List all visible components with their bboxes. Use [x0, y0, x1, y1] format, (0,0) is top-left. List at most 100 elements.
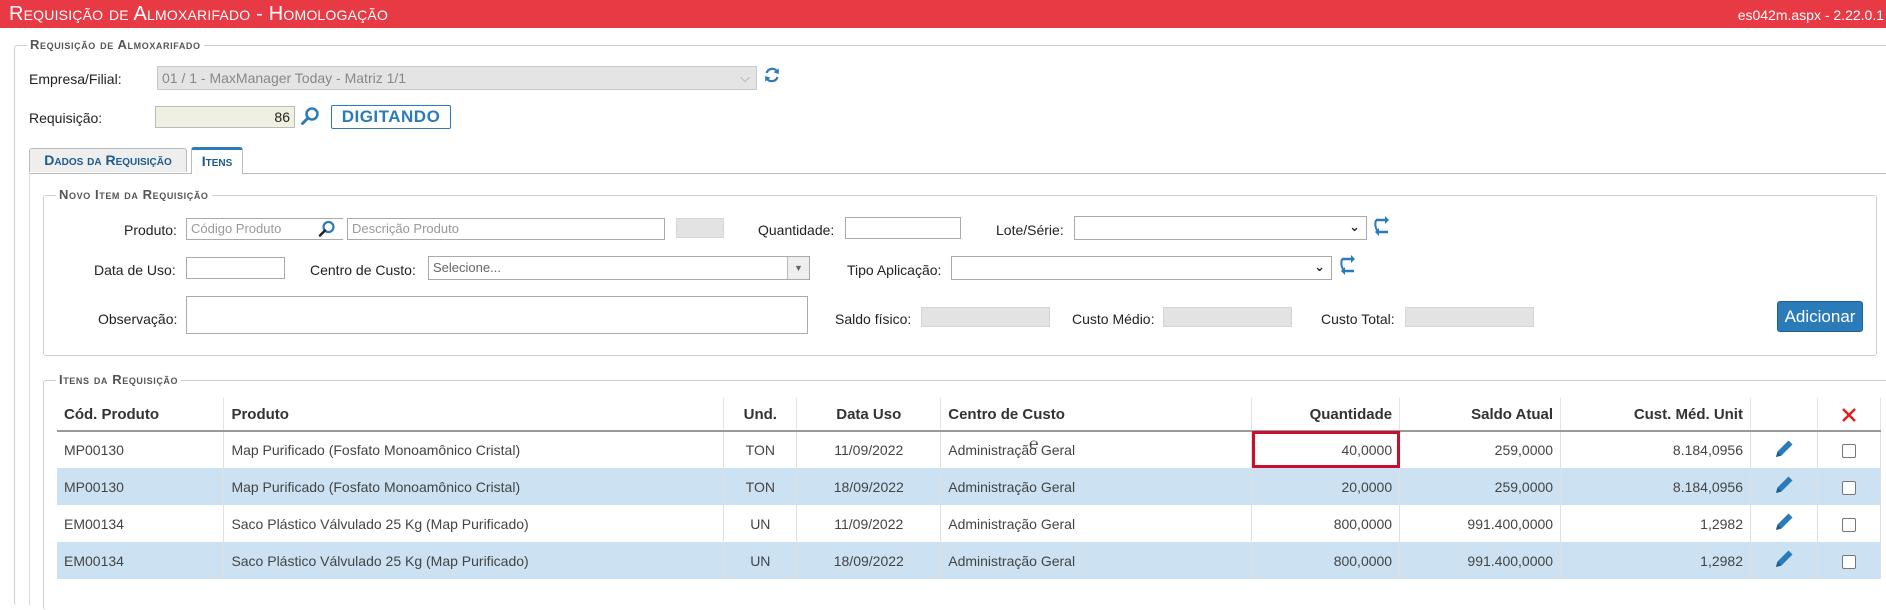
cell-und: UN [723, 542, 798, 579]
version-label: es042m.aspx - 2.22.0.1 [1737, 7, 1884, 23]
row-checkbox[interactable] [1841, 444, 1856, 459]
unidade-display [676, 218, 724, 238]
cell-custo: 1,2982 [1560, 505, 1751, 542]
col-produto[interactable]: Produto [223, 398, 725, 432]
table-row[interactable]: MP00130 Map Purificado (Fosfato Monoamôn… [57, 431, 1882, 468]
search-icon[interactable] [300, 106, 320, 126]
refresh-icon[interactable] [1373, 216, 1391, 236]
col-saldo-atual[interactable]: Saldo Atual [1399, 398, 1562, 432]
col-data-uso[interactable]: Data Uso [796, 398, 942, 432]
novo-item-legend: Novo Item da Requisição [56, 187, 212, 202]
cell-centro-custo: Administração Geral [940, 542, 1253, 579]
col-codigo-produto[interactable]: Cód. Produto [57, 398, 225, 432]
edit-pencil-icon[interactable] [1773, 438, 1795, 460]
custo-total-label: Custo Total: [1321, 311, 1395, 327]
observacao-label: Observação: [98, 311, 178, 327]
itens-legend: Itens da Requisição [56, 372, 182, 387]
cell-data-uso: 11/09/2022 [796, 431, 942, 468]
edit-pencil-icon[interactable] [1773, 474, 1795, 496]
custo-medio-display [1163, 307, 1292, 327]
cell-edit [1750, 505, 1818, 542]
cell-produto: Map Purificado (Fosfato Monoamônico Cris… [223, 431, 725, 468]
empresa-value: 01 / 1 - MaxManager Today - Matriz 1/1 [162, 70, 407, 86]
cell-select [1817, 468, 1882, 505]
refresh-icon[interactable] [1339, 255, 1357, 275]
cell-custo: 8.184,0956 [1560, 431, 1751, 468]
cell-saldo: 991.400,0000 [1399, 505, 1562, 542]
col-delete [1817, 398, 1882, 432]
cell-quantidade-highlighted: 40,0000 [1251, 431, 1401, 468]
cell-codigo: MP00130 [57, 431, 225, 468]
table-row[interactable]: EM00134 Saco Plástico Válvulado 25 Kg (M… [57, 542, 1882, 579]
lote-select[interactable]: ⌄ [1074, 216, 1367, 240]
descricao-produto-placeholder: Descrição Produto [352, 221, 459, 236]
col-und[interactable]: Und. [723, 398, 798, 432]
refresh-icon[interactable] [763, 66, 781, 84]
requisicao-input[interactable]: 86 [155, 106, 295, 128]
requisicao-legend: Requisição de Almoxarifado [27, 37, 204, 52]
cell-codigo: EM00134 [57, 542, 225, 579]
descricao-produto-input[interactable]: Descrição Produto [347, 218, 665, 240]
row-checkbox[interactable] [1841, 480, 1856, 495]
cell-custo: 8.184,0956 [1560, 468, 1751, 505]
quantidade-input[interactable] [845, 217, 961, 239]
cell-data-uso: 18/09/2022 [796, 468, 942, 505]
cell-produto: Saco Plástico Válvulado 25 Kg (Map Purif… [223, 542, 725, 579]
col-quantidade[interactable]: Quantidade [1251, 398, 1401, 432]
codigo-produto-placeholder: Código Produto [191, 221, 282, 236]
table-header-row: Cód. Produto Produto Und. Data Uso Centr… [57, 398, 1882, 432]
search-icon[interactable] [318, 220, 336, 238]
table-row[interactable]: EM00134 Saco Plástico Válvulado 25 Kg (M… [57, 505, 1882, 542]
data-uso-input[interactable] [186, 257, 285, 279]
cell-edit [1750, 431, 1818, 468]
data-uso-label: Data de Uso: [94, 262, 176, 278]
cell-edit [1750, 542, 1818, 579]
cell-quantidade: 800,0000 [1251, 505, 1401, 542]
cell-select [1817, 542, 1882, 579]
cell-produto: Saco Plástico Válvulado 25 Kg (Map Purif… [223, 505, 725, 542]
cell-centro-custo: Administração Geral [940, 431, 1253, 468]
cell-und: UN [723, 505, 798, 542]
adicionar-button[interactable]: Adicionar [1777, 301, 1863, 332]
page-title: Requisição de Almoxarifado - Homologação [9, 3, 389, 25]
custo-total-display [1405, 307, 1534, 327]
requisicao-label: Requisição: [29, 110, 103, 126]
requisicao-value: 86 [274, 109, 290, 125]
cell-und: TON [723, 431, 798, 468]
title-bar: Requisição de Almoxarifado - Homologação… [0, 0, 1886, 28]
centro-custo-select[interactable]: Selecione... ▼ [428, 256, 810, 280]
cell-saldo: 259,0000 [1399, 468, 1562, 505]
chevron-down-icon: ▼ [787, 257, 809, 279]
edit-pencil-icon[interactable] [1773, 548, 1795, 570]
cell-saldo: 259,0000 [1399, 431, 1562, 468]
cell-data-uso: 11/09/2022 [796, 505, 942, 542]
col-centro-custo[interactable]: Centro de Custo [940, 398, 1253, 432]
tipo-aplicacao-select[interactable]: ⌄ [951, 256, 1332, 280]
row-checkbox[interactable] [1841, 517, 1856, 532]
delete-x-icon[interactable] [1841, 407, 1857, 423]
col-edit [1750, 398, 1818, 432]
custo-medio-label: Custo Médio: [1072, 311, 1155, 327]
chevron-down-icon: ⌵ [740, 70, 750, 85]
cell-select [1817, 505, 1882, 542]
cell-centro-custo: Administração Geral [940, 468, 1253, 505]
tab-itens[interactable]: Itens [191, 147, 243, 174]
cell-select [1817, 431, 1882, 468]
tipo-aplicacao-label: Tipo Aplicação: [847, 262, 942, 278]
empresa-select[interactable]: 01 / 1 - MaxManager Today - Matriz 1/1 ⌵ [157, 66, 757, 90]
edit-pencil-icon[interactable] [1773, 511, 1795, 533]
cell-codigo: MP00130 [57, 468, 225, 505]
quantidade-label: Quantidade: [758, 222, 835, 238]
cell-saldo: 991.400,0000 [1399, 542, 1562, 579]
observacao-input[interactable] [186, 296, 808, 334]
table-row[interactable]: MP00130 Map Purificado (Fosfato Monoamôn… [57, 468, 1882, 505]
cell-codigo: EM00134 [57, 505, 225, 542]
centro-custo-label: Centro de Custo: [310, 262, 416, 278]
row-checkbox[interactable] [1841, 554, 1856, 569]
tab-dados-requisicao[interactable]: Dados da Requisição [29, 148, 187, 172]
cell-quantidade: 20,0000 [1251, 468, 1401, 505]
chevron-down-icon: ⌄ [1349, 219, 1360, 234]
produto-label: Produto: [124, 222, 177, 238]
cell-custo: 1,2982 [1560, 542, 1751, 579]
col-cust-med-unit[interactable]: Cust. Méd. Unit [1560, 398, 1751, 432]
